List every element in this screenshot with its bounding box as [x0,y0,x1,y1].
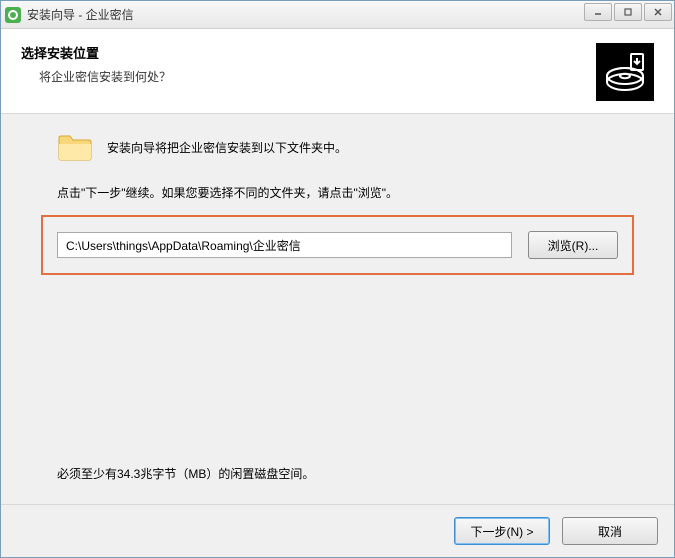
content-area: 安装向导将把企业密信安装到以下文件夹中。 点击"下一步"继续。如果您要选择不同的… [1,114,674,504]
maximize-button[interactable] [614,3,642,21]
page-subheading: 将企业密信安装到何处？ [21,68,171,85]
header-panel: 选择安装位置 将企业密信安装到何处？ [1,29,674,114]
folder-icon [57,132,93,162]
window-title: 安装向导 - 企业密信 [27,6,134,23]
installer-disc-icon [596,43,654,101]
instruction-text: 点击"下一步"继续。如果您要选择不同的文件夹，请点击"浏览"。 [57,184,634,201]
window-controls [584,3,672,21]
install-info-row: 安装向导将把企业密信安装到以下文件夹中。 [57,132,634,162]
path-highlight-box: 浏览(R)... [41,215,634,275]
install-path-input[interactable] [57,232,512,258]
cancel-button[interactable]: 取消 [562,517,658,545]
minimize-button[interactable] [584,3,612,21]
spacer [41,285,634,465]
browse-button[interactable]: 浏览(R)... [528,231,618,259]
header-text: 选择安装位置 将企业密信安装到何处？ [21,43,171,85]
next-button[interactable]: 下一步(N) > [454,517,550,545]
installer-window: 安装向导 - 企业密信 选择安装位置 将企业密信安装到何处？ [0,0,675,558]
footer: 下一步(N) > 取消 [1,504,674,557]
titlebar: 安装向导 - 企业密信 [1,1,674,29]
close-button[interactable] [644,3,672,21]
app-icon [5,7,21,23]
page-heading: 选择安装位置 [21,43,171,62]
disk-space-text: 必须至少有34.3兆字节（MB）的闲置磁盘空间。 [57,465,634,482]
install-info-text: 安装向导将把企业密信安装到以下文件夹中。 [107,139,347,156]
